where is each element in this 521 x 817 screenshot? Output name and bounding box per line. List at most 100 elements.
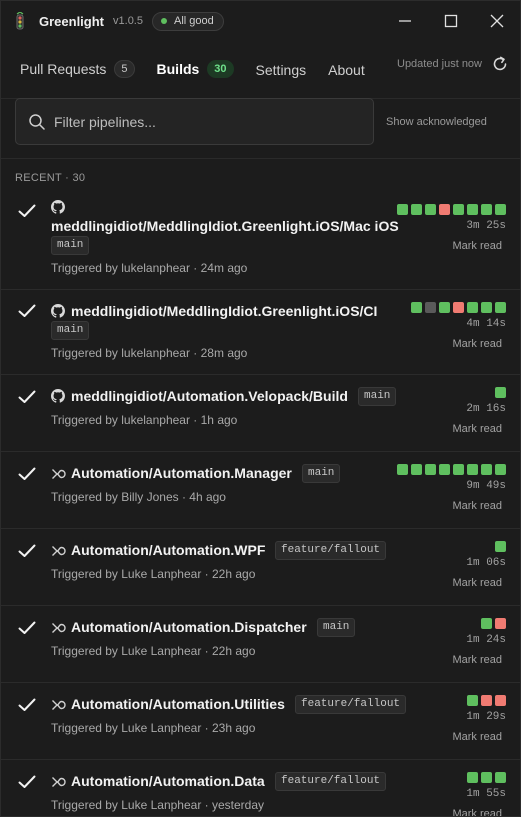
build-status-square[interactable] <box>439 204 450 215</box>
tab-settings[interactable]: Settings <box>256 62 307 98</box>
build-title[interactable]: Automation/Automation.Utilities <box>71 696 285 712</box>
mark-read-button[interactable]: Mark read <box>452 808 502 816</box>
filter-box[interactable] <box>15 98 374 145</box>
build-history <box>394 464 506 475</box>
build-status-square[interactable] <box>495 618 506 629</box>
build-row[interactable]: Automation/Automation.Dispatcher main Trig… <box>1 606 520 683</box>
filter-row: Show acknowledged <box>1 98 520 159</box>
build-status-square[interactable] <box>453 204 464 215</box>
build-row[interactable]: meddlingidiot/Automation.Velopack/Build m… <box>1 375 520 452</box>
build-status-square[interactable] <box>467 772 478 783</box>
trigger-info: Triggered by Luke Lanphear · yesterday <box>51 798 265 812</box>
build-title[interactable]: Automation/Automation.Data <box>71 773 265 789</box>
build-title[interactable]: Automation/Automation.WPF <box>71 542 265 558</box>
minimize-button[interactable] <box>382 1 428 41</box>
build-title[interactable]: Automation/Automation.Dispatcher <box>71 619 307 635</box>
build-status-square[interactable] <box>495 541 506 552</box>
build-duration: 1m 24s <box>466 634 506 646</box>
app-version: v1.0.5 <box>113 15 143 27</box>
build-status-square[interactable] <box>495 772 506 783</box>
build-row[interactable]: Automation/Automation.Utilities feature/f… <box>1 683 520 760</box>
build-status-square[interactable] <box>425 302 436 313</box>
refresh-button[interactable] <box>491 55 509 73</box>
build-status-square[interactable] <box>495 204 506 215</box>
branch-badge: main <box>51 236 90 255</box>
build-status-square[interactable] <box>425 204 436 215</box>
acknowledge-check-icon[interactable] <box>18 304 36 318</box>
mark-read-button[interactable]: Mark read <box>452 423 502 435</box>
mark-read-button[interactable]: Mark read <box>452 577 502 589</box>
build-status-square[interactable] <box>495 695 506 706</box>
build-status-square[interactable] <box>481 204 492 215</box>
build-row[interactable]: meddlingidiot/MeddlingIdiot.Greenlight.i… <box>1 290 520 375</box>
mark-read-button[interactable]: Mark read <box>452 731 502 743</box>
github-icon <box>51 200 67 216</box>
traffic-light-logo-icon <box>13 12 27 30</box>
build-status-square[interactable] <box>425 464 436 475</box>
acknowledge-check-icon[interactable] <box>18 544 36 558</box>
build-status-square[interactable] <box>439 464 450 475</box>
build-row[interactable]: Automation/Automation.Manager main Trigger… <box>1 452 520 529</box>
build-row[interactable]: Automation/Automation.Data feature/fallou… <box>1 760 520 816</box>
build-status-square[interactable] <box>397 464 408 475</box>
close-icon <box>490 14 504 28</box>
build-status-square[interactable] <box>467 695 478 706</box>
build-status-square[interactable] <box>481 618 492 629</box>
build-status-square[interactable] <box>481 464 492 475</box>
build-title[interactable]: meddlingidiot/Automation.Velopack/Build <box>71 388 348 404</box>
acknowledge-check-icon[interactable] <box>18 775 36 789</box>
build-status-square[interactable] <box>467 302 478 313</box>
updated-status: Updated just now <box>397 58 482 70</box>
build-status-square[interactable] <box>467 204 478 215</box>
build-row[interactable]: Automation/Automation.WPF feature/fallout… <box>1 529 520 606</box>
branch-badge: feature/fallout <box>295 695 407 714</box>
window-controls <box>382 1 520 41</box>
branch-badge: feature/fallout <box>275 772 387 791</box>
build-status-square[interactable] <box>397 204 408 215</box>
acknowledge-check-icon[interactable] <box>18 390 36 404</box>
build-status-square[interactable] <box>411 464 422 475</box>
build-status-square[interactable] <box>453 464 464 475</box>
build-history <box>464 772 506 783</box>
filter-pipelines-input[interactable] <box>54 113 354 130</box>
acknowledge-check-icon[interactable] <box>18 204 36 218</box>
build-status-square[interactable] <box>495 464 506 475</box>
build-duration: 1m 55s <box>466 788 506 800</box>
build-status-square[interactable] <box>481 302 492 313</box>
build-status-square[interactable] <box>411 204 422 215</box>
build-row[interactable]: meddlingidiot/MeddlingIdiot.Greenlight.i… <box>1 190 520 290</box>
build-status-square[interactable] <box>467 464 478 475</box>
trigger-info: Triggered by Luke Lanphear · 22h ago <box>51 644 256 658</box>
mark-read-button[interactable]: Mark read <box>452 338 502 350</box>
acknowledge-check-icon[interactable] <box>18 698 36 712</box>
build-duration: 9m 49s <box>466 480 506 492</box>
trigger-info: Triggered by lukelanphear · 28m ago <box>51 346 248 360</box>
build-title[interactable]: meddlingidiot/MeddlingIdiot.Greenlight.i… <box>51 218 399 234</box>
build-history <box>492 541 506 552</box>
build-status-square[interactable] <box>439 302 450 313</box>
close-button[interactable] <box>474 1 520 41</box>
tab-label: Settings <box>255 62 307 78</box>
build-status-square[interactable] <box>495 302 506 313</box>
build-title[interactable]: meddlingidiot/MeddlingIdiot.Greenlight.i… <box>71 303 377 319</box>
mark-read-button[interactable]: Mark read <box>452 654 502 666</box>
build-status-square[interactable] <box>411 302 422 313</box>
tab-builds[interactable]: Builds 30 <box>157 60 234 98</box>
acknowledge-check-icon[interactable] <box>18 621 36 635</box>
tab-pull-requests[interactable]: Pull Requests 5 <box>20 60 135 98</box>
tab-about[interactable]: About <box>328 62 365 98</box>
show-acknowledged-toggle[interactable]: Show acknowledged <box>386 116 487 128</box>
build-title[interactable]: Automation/Automation.Manager <box>71 465 292 481</box>
build-status-square[interactable] <box>453 302 464 313</box>
search-icon <box>29 113 45 130</box>
app-window: Greenlight v1.0.5 All good Pull Requests… <box>0 0 521 817</box>
build-status-square[interactable] <box>481 772 492 783</box>
mark-read-button[interactable]: Mark read <box>452 500 502 512</box>
maximize-button[interactable] <box>428 1 474 41</box>
build-status-square[interactable] <box>481 695 492 706</box>
mark-read-button[interactable]: Mark read <box>452 240 502 252</box>
tab-count-badge: 5 <box>114 60 135 78</box>
build-status-square[interactable] <box>495 387 506 398</box>
acknowledge-check-icon[interactable] <box>18 467 36 481</box>
status-badge[interactable]: All good <box>151 11 224 31</box>
